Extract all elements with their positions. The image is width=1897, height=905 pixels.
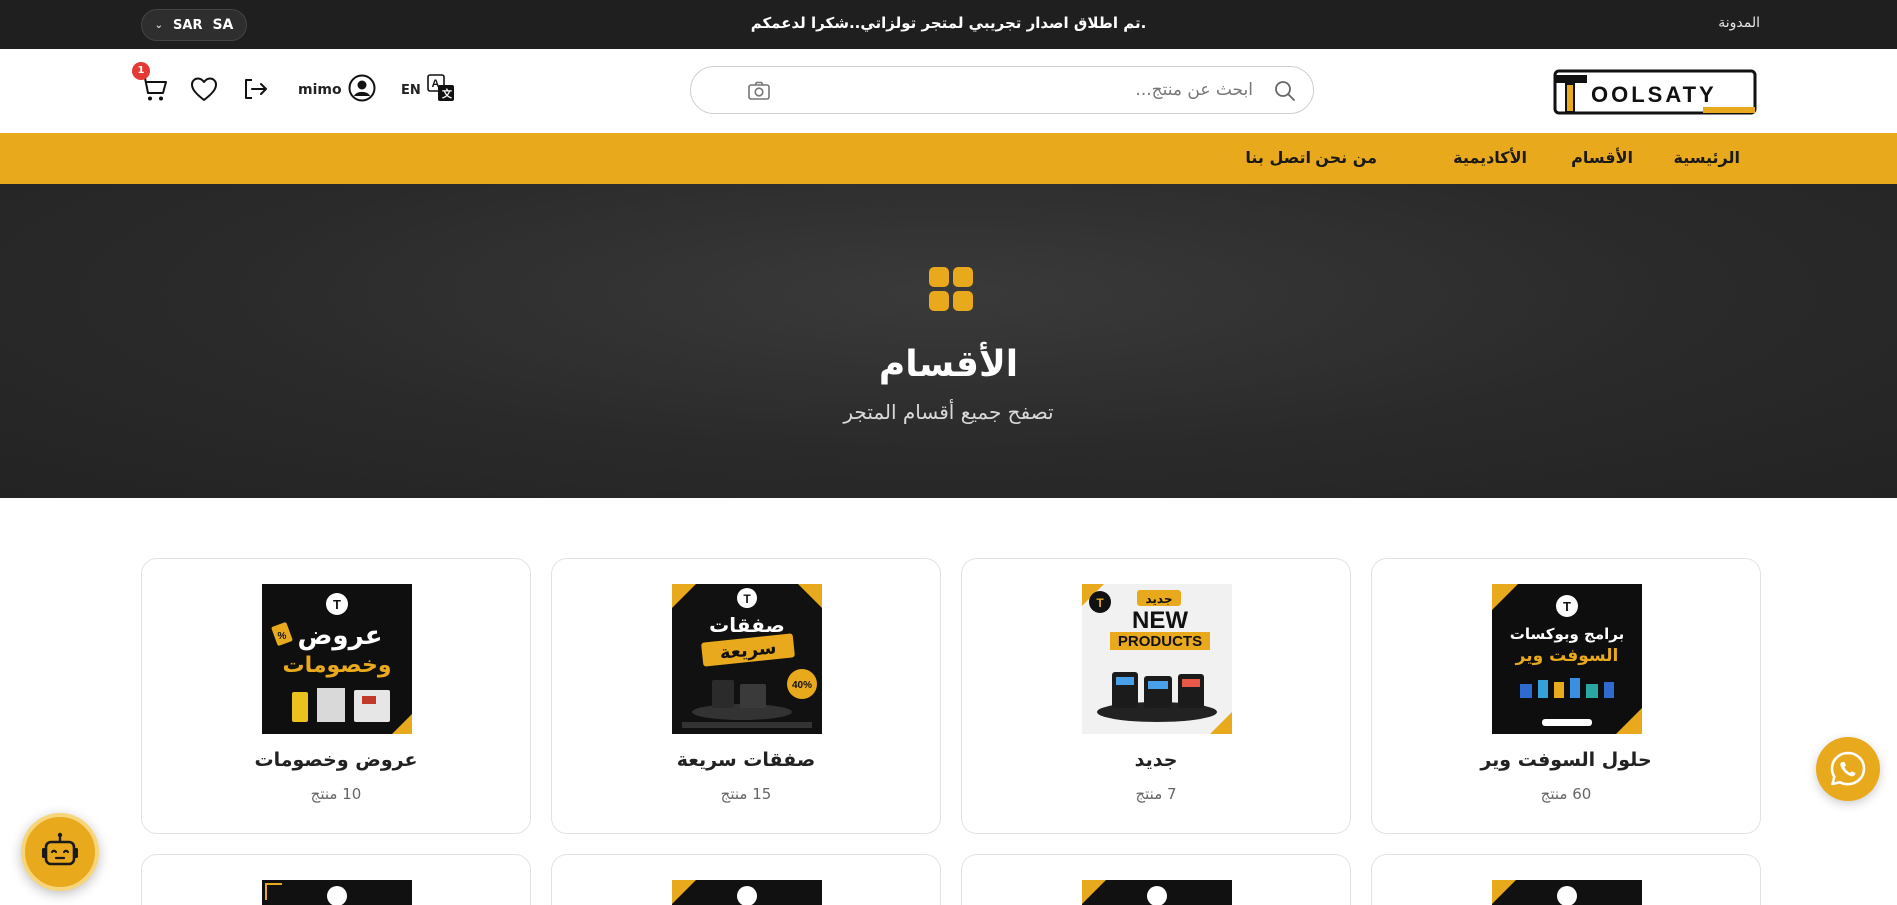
category-image[interactable]: [672, 880, 822, 905]
category-image[interactable]: [1492, 880, 1642, 905]
search-icon[interactable]: [1273, 79, 1297, 103]
main-navigation: الرئيسية الأقسام الأكاديمية من نحن اتصل …: [0, 133, 1897, 184]
svg-text:T: T: [1563, 599, 1571, 614]
user-account[interactable]: mimo: [298, 74, 376, 106]
language-code: EN: [401, 82, 421, 98]
svg-text:%: %: [278, 631, 287, 642]
category-product-count: 10 منتج: [310, 785, 362, 803]
grid-icon: [928, 266, 974, 312]
category-card[interactable]: [1371, 854, 1761, 905]
svg-text:A: A: [431, 78, 439, 90]
category-card[interactable]: [141, 854, 531, 905]
svg-text:PRODUCTS: PRODUCTS: [1118, 633, 1202, 650]
category-product-count: 7 منتج: [1135, 785, 1177, 803]
category-name[interactable]: حلول السوفت وير: [1372, 749, 1760, 771]
chevron-down-icon: ⌄: [154, 19, 164, 31]
category-card-offers[interactable]: T عروض وخصومات % عروض وخصومات 10 منتج: [141, 558, 531, 834]
cart-count-badge: 1: [132, 62, 150, 80]
category-image[interactable]: [1082, 880, 1232, 905]
svg-text:صفقات: صفقات: [709, 613, 785, 637]
page-hero: الأقسام تصفح جميع أقسام المتجر: [0, 184, 1897, 498]
category-product-count: 60 منتج: [1540, 785, 1592, 803]
whatsapp-icon: [1830, 751, 1866, 786]
whatsapp-button[interactable]: [1816, 737, 1880, 801]
category-name[interactable]: عروض وخصومات: [142, 749, 530, 771]
svg-text:وخصومات: وخصومات: [283, 653, 392, 678]
category-card-software[interactable]: T برامج وبوكسات السوفت وير حلول السوفت و…: [1371, 558, 1761, 834]
country-code: SA: [212, 17, 234, 33]
svg-text:برامج وبوكسات: برامج وبوكسات: [1510, 625, 1624, 643]
category-card[interactable]: [551, 854, 941, 905]
svg-text:40%: 40%: [792, 680, 812, 691]
search-bar[interactable]: ابحث عن منتج...: [690, 66, 1314, 114]
svg-text:T: T: [333, 597, 341, 612]
announcement-text: تم اطلاق اصدار تجريبي لمتجر تولزاتي..شكر…: [750, 14, 1147, 32]
currency-selector[interactable]: ⌄ SAR SA: [141, 9, 247, 41]
category-name[interactable]: صفقات سريعة: [552, 749, 940, 771]
category-image-software[interactable]: T برامج وبوكسات السوفت وير: [1492, 584, 1642, 734]
svg-text:جديد: جديد: [1145, 592, 1172, 606]
svg-text:T: T: [1096, 596, 1104, 610]
category-card-new[interactable]: T جديد NEW PRODUCTS جديد 7 منتج: [961, 558, 1351, 834]
nav-item-categories[interactable]: الأقسام: [1571, 148, 1633, 167]
logo-text: OOLSATY: [1591, 82, 1717, 107]
svg-text:T: T: [743, 592, 751, 606]
svg-text:NEW: NEW: [1132, 607, 1188, 634]
translate-icon: A文: [426, 74, 455, 106]
page-subtitle: تصفح جميع أقسام المتجر: [843, 400, 1054, 424]
category-product-count: 15 منتج: [720, 785, 772, 803]
svg-text:文: 文: [442, 88, 453, 101]
category-image-flash-deals[interactable]: T صفقات سريعة 40%: [672, 584, 822, 734]
site-logo[interactable]: OOLSATY: [1553, 69, 1757, 115]
svg-text:عروض: عروض: [297, 621, 382, 651]
announcement-bar: المدونة تم اطلاق اصدار تجريبي لمتجر تولز…: [0, 0, 1897, 49]
username: mimo: [298, 82, 342, 98]
category-image-new[interactable]: T جديد NEW PRODUCTS: [1082, 584, 1232, 734]
category-card-flash-deals[interactable]: T صفقات سريعة 40% صفقات سريعة 15 منتج: [551, 558, 941, 834]
site-header: OOLSATY ابحث عن منتج... EN A文 mimo: [0, 49, 1897, 133]
category-image-offers[interactable]: T عروض وخصومات %: [262, 584, 412, 734]
chatbot-button[interactable]: [21, 813, 99, 891]
language-switcher[interactable]: EN A文: [401, 74, 455, 106]
currency-code: SAR: [173, 17, 203, 33]
category-card[interactable]: [961, 854, 1351, 905]
robot-icon: [42, 832, 78, 866]
heart-icon[interactable]: [189, 74, 219, 104]
logout-icon[interactable]: [240, 74, 270, 104]
nav-item-contact[interactable]: اتصل بنا: [1245, 148, 1311, 167]
camera-icon[interactable]: [747, 79, 771, 103]
nav-item-academy[interactable]: الأكاديمية: [1453, 148, 1527, 167]
user-icon: [348, 74, 376, 106]
category-image[interactable]: [262, 880, 412, 905]
category-name[interactable]: جديد: [962, 749, 1350, 771]
page-title: الأقسام: [878, 344, 1019, 385]
nav-item-home[interactable]: الرئيسية: [1674, 148, 1741, 167]
nav-item-about[interactable]: من نحن: [1315, 148, 1377, 167]
search-input[interactable]: ابحث عن منتج...: [1135, 80, 1253, 100]
svg-text:السوفت وير: السوفت وير: [1515, 646, 1619, 666]
